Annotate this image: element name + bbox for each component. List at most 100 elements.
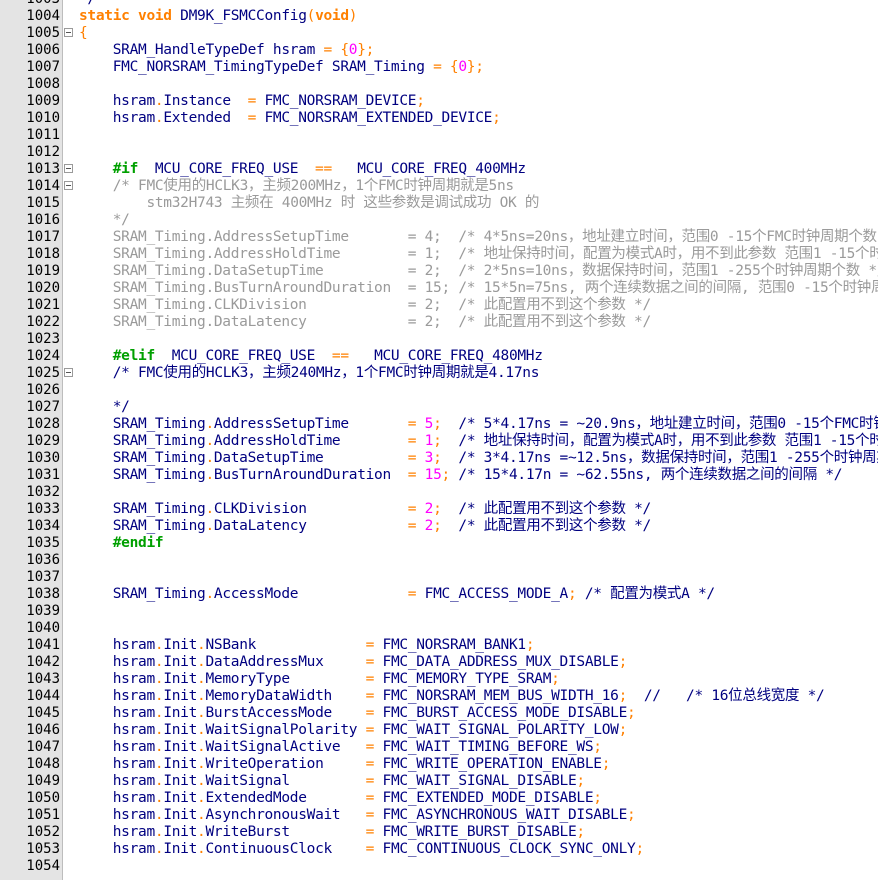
code-token: Init xyxy=(163,688,198,704)
code-token: hsram xyxy=(79,688,155,704)
code-token: // /* 16位总线宽度 */ xyxy=(627,688,825,704)
code-line[interactable]: 1020 SRAM_Timing.BusTurnAroundDuration =… xyxy=(0,280,878,297)
code-token: stm32H743 主频在 400MHz 时 这些参数是调试成功 OK 的 xyxy=(79,195,540,211)
line-number: 1011 xyxy=(26,127,60,143)
code-token: 2 xyxy=(424,518,434,534)
code-editor[interactable]: 1003*/1004static void DM9K_FSMCConfig(vo… xyxy=(0,0,878,880)
code-line[interactable]: 1034 SRAM_Timing.DataLatency = 2; /* 此配置… xyxy=(0,518,878,535)
code-line[interactable]: 1012 xyxy=(0,144,878,161)
code-token: == xyxy=(315,161,358,177)
code-token: /* FMC使用的HCLK3，主频240MHz，1个FMC时钟周期就是4.17n… xyxy=(79,365,540,381)
line-number: 1014 xyxy=(26,178,60,194)
code-line[interactable]: 1029 SRAM_Timing.AddressHoldTime = 1; /*… xyxy=(0,433,878,450)
code-line[interactable]: 1003 */ xyxy=(0,0,878,8)
code-token: SRAM_Timing xyxy=(79,586,206,602)
code-line[interactable]: 1043 hsram.Init.MemoryType = FMC_MEMORY_… xyxy=(0,671,878,688)
code-token: hsram xyxy=(79,705,155,721)
code-line[interactable]: 1040 xyxy=(0,620,878,637)
code-line[interactable]: 1014 /* FMC使用的HCLK3，主频200MHz，1个FMC时钟周期就是… xyxy=(0,178,878,195)
line-number: 1016 xyxy=(26,212,60,228)
code-line[interactable]: 1045 hsram.Init.BurstAccessMode = FMC_BU… xyxy=(0,705,878,722)
code-token: */ xyxy=(79,399,130,415)
code-line[interactable]: 1038 SRAM_Timing.AccessMode = FMC_ACCESS… xyxy=(0,586,878,603)
code-token: SRAM_Timing xyxy=(79,433,206,449)
code-line[interactable]: 1023 xyxy=(0,331,878,348)
code-line[interactable]: 1044 hsram.Init.MemoryDataWidth = FMC_NO… xyxy=(0,688,878,705)
code-line[interactable]: 1036 xyxy=(0,552,878,569)
code-token: Init xyxy=(163,756,198,772)
code-line[interactable]: 1028 SRAM_Timing.AddressSetupTime = 5; /… xyxy=(0,416,878,433)
code-line[interactable]: 1051 hsram.Init.AsynchronousWait = FMC_A… xyxy=(0,807,878,824)
code-token: ; xyxy=(433,416,442,432)
code-line[interactable]: 1041 hsram.Init.NSBank = FMC_NORSRAM_BAN… xyxy=(0,637,878,654)
code-token: Init xyxy=(163,654,198,670)
code-line[interactable]: 1019 SRAM_Timing.DataSetupTime = 2; /* 2… xyxy=(0,263,878,280)
code-line[interactable]: 1046 hsram.Init.WaitSignalPolarity = FMC… xyxy=(0,722,878,739)
code-line[interactable]: 1030 SRAM_Timing.DataSetupTime = 3; /* 3… xyxy=(0,450,878,467)
code-line[interactable]: 1016 */ xyxy=(0,212,878,229)
code-line[interactable]: 1026 xyxy=(0,382,878,399)
fold-toggle-icon[interactable] xyxy=(64,28,73,37)
code-token: ; xyxy=(618,722,628,738)
code-token: FMC_NORSRAM_TimingTypeDef SRAM_Timing xyxy=(79,59,434,75)
code-line[interactable]: 1053 hsram.Init.ContinuousClock = FMC_CO… xyxy=(0,841,878,858)
code-line[interactable]: 1042 hsram.Init.DataAddressMux = FMC_DAT… xyxy=(0,654,878,671)
code-line[interactable]: 1048 hsram.Init.WriteOperation = FMC_WRI… xyxy=(0,756,878,773)
code-line[interactable]: 1032 xyxy=(0,484,878,501)
code-line[interactable]: 1025 /* FMC使用的HCLK3，主频240MHz，1个FMC时钟周期就是… xyxy=(0,365,878,382)
code-line[interactable]: 1039 xyxy=(0,603,878,620)
code-token: MemoryType xyxy=(205,671,366,687)
code-line[interactable]: 1037 xyxy=(0,569,878,586)
code-line[interactable]: 1047 hsram.Init.WaitSignalActive = FMC_W… xyxy=(0,739,878,756)
code-token: ; xyxy=(551,671,560,687)
code-line[interactable]: 1033 SRAM_Timing.CLKDivision = 2; /* 此配置… xyxy=(0,501,878,518)
line-number: 1018 xyxy=(26,246,60,262)
code-line[interactable]: 1011 xyxy=(0,127,878,144)
code-token: SRAM_Timing.DataLatency = 2; /* 此配置用不到这个… xyxy=(79,314,652,330)
code-line[interactable]: 1021 SRAM_Timing.CLKDivision = 2; /* 此配置… xyxy=(0,297,878,314)
fold-toggle-icon[interactable] xyxy=(64,368,73,377)
code-line[interactable]: 1054 xyxy=(0,858,878,875)
code-token: ) xyxy=(348,8,358,24)
code-line[interactable]: 1009 hsram.Instance = FMC_NORSRAM_DEVICE… xyxy=(0,93,878,110)
code-line[interactable]: 1017 SRAM_Timing.AddressSetupTime = 4; /… xyxy=(0,229,878,246)
code-token: hsram xyxy=(79,790,155,806)
code-token: */ xyxy=(79,212,130,228)
code-token: = xyxy=(407,433,425,449)
code-line[interactable]: 1027 */ xyxy=(0,399,878,416)
fold-toggle-icon[interactable] xyxy=(64,164,73,173)
code-token: = { xyxy=(323,42,349,58)
line-number: 1037 xyxy=(26,569,60,585)
code-line[interactable]: 1031 SRAM_Timing.BusTurnAroundDuration =… xyxy=(0,467,878,484)
line-number: 1054 xyxy=(26,858,60,874)
code-line[interactable]: 1005 { xyxy=(0,25,878,42)
code-text: SRAM_Timing.AccessMode = FMC_ACCESS_MODE… xyxy=(79,586,715,603)
line-number: 1026 xyxy=(26,382,60,398)
code-line[interactable]: 1015 stm32H743 主频在 400MHz 时 这些参数是调试成功 OK… xyxy=(0,195,878,212)
code-line[interactable]: 1022 SRAM_Timing.DataLatency = 2; /* 此配置… xyxy=(0,314,878,331)
code-line[interactable]: 1010 hsram.Extended = FMC_NORSRAM_EXTEND… xyxy=(0,110,878,127)
code-token: Extended xyxy=(163,110,248,126)
code-token: = xyxy=(365,841,383,857)
code-line[interactable]: 1024 #elif MCU_CORE_FREQ_USE == MCU_CORE… xyxy=(0,348,878,365)
code-line[interactable]: 1050 hsram.Init.ExtendedMode = FMC_EXTEN… xyxy=(0,790,878,807)
code-token: FMC_NORSRAM_BANK1 xyxy=(382,637,527,653)
code-token: /* 此配置用不到这个参数 */ xyxy=(441,518,651,534)
code-line[interactable]: 1006 SRAM_HandleTypeDef hsram = {0}; xyxy=(0,42,878,59)
code-area[interactable]: 1003*/1004static void DM9K_FSMCConfig(vo… xyxy=(0,0,878,875)
code-token: #if xyxy=(79,161,155,177)
code-line[interactable]: 1035 #endif xyxy=(0,535,878,552)
line-number: 1020 xyxy=(26,280,60,296)
code-token: = xyxy=(365,671,383,687)
code-line[interactable]: 1013 #if MCU_CORE_FREQ_USE == MCU_CORE_F… xyxy=(0,161,878,178)
code-line[interactable]: 1004 static void DM9K_FSMCConfig(void) xyxy=(0,8,878,25)
code-token: = xyxy=(365,739,383,755)
code-line[interactable]: 1007 FMC_NORSRAM_TimingTypeDef SRAM_Timi… xyxy=(0,59,878,76)
code-line[interactable]: 1052 hsram.Init.WriteBurst = FMC_WRITE_B… xyxy=(0,824,878,841)
code-line[interactable]: 1049 hsram.Init.WaitSignal = FMC_WAIT_SI… xyxy=(0,773,878,790)
code-token: #elif xyxy=(79,348,172,364)
line-number: 1021 xyxy=(26,297,60,313)
fold-toggle-icon[interactable] xyxy=(64,181,73,190)
code-line[interactable]: 1018 SRAM_Timing.AddressHoldTime = 1; /*… xyxy=(0,246,878,263)
code-line[interactable]: 1008 xyxy=(0,76,878,93)
